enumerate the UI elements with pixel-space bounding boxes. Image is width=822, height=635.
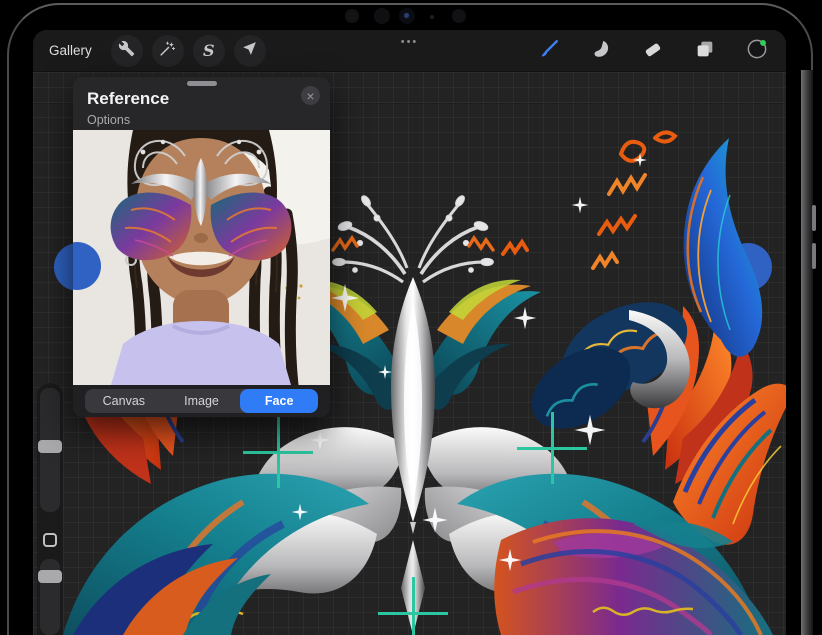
selection-s-icon: S <box>203 43 215 59</box>
opacity-handle[interactable] <box>38 570 62 583</box>
layers-button[interactable] <box>690 36 720 66</box>
volume-down-button <box>812 243 816 269</box>
layers-icon <box>694 38 716 65</box>
tab-image[interactable]: Image <box>163 389 241 413</box>
smudge-button[interactable] <box>586 36 616 66</box>
color-button[interactable] <box>742 36 772 66</box>
smudge-finger-icon <box>590 38 612 65</box>
panel-title: Reference <box>87 89 169 109</box>
transform-button[interactable] <box>234 35 266 67</box>
sidebar-sliders <box>37 383 63 635</box>
camera-lens <box>374 8 390 24</box>
gallery-button[interactable]: Gallery <box>49 43 92 58</box>
camera-dot <box>452 9 466 23</box>
paint-brush-icon <box>538 38 560 65</box>
device-side-rail <box>801 70 813 635</box>
panel-drag-handle[interactable] <box>187 81 217 86</box>
eraser-button[interactable] <box>638 36 668 66</box>
camera-dot <box>345 9 359 23</box>
adjustments-button[interactable] <box>152 35 184 67</box>
modify-button[interactable] <box>43 533 57 547</box>
ipad-photo: Gallery S <box>0 0 822 635</box>
color-circle-icon <box>746 38 768 65</box>
actions-button[interactable] <box>111 35 143 67</box>
reference-panel: Reference Options × <box>73 77 330 417</box>
transform-arrow-icon <box>241 40 258 62</box>
wrench-icon <box>118 40 135 62</box>
face-camera-feed <box>73 130 330 385</box>
eraser-icon <box>642 38 664 65</box>
panel-options-button[interactable]: Options <box>87 113 130 127</box>
camera-lens-glint <box>404 13 409 18</box>
volume-up-button <box>812 205 816 231</box>
canvas-settings-handle[interactable]: ••• <box>401 36 419 48</box>
brush-size-handle[interactable] <box>38 440 62 453</box>
paint-brush-button[interactable] <box>534 36 564 66</box>
tab-face[interactable]: Face <box>240 389 318 413</box>
magic-wand-icon <box>159 40 176 62</box>
mic-dot <box>430 15 434 19</box>
tab-canvas[interactable]: Canvas <box>85 389 163 413</box>
reference-mode-tabs: Canvas Image Face <box>73 385 330 417</box>
selection-button[interactable]: S <box>193 35 225 67</box>
close-icon[interactable]: × <box>301 86 320 105</box>
toolbar: Gallery S <box>33 30 786 72</box>
reference-photo[interactable] <box>73 130 330 385</box>
